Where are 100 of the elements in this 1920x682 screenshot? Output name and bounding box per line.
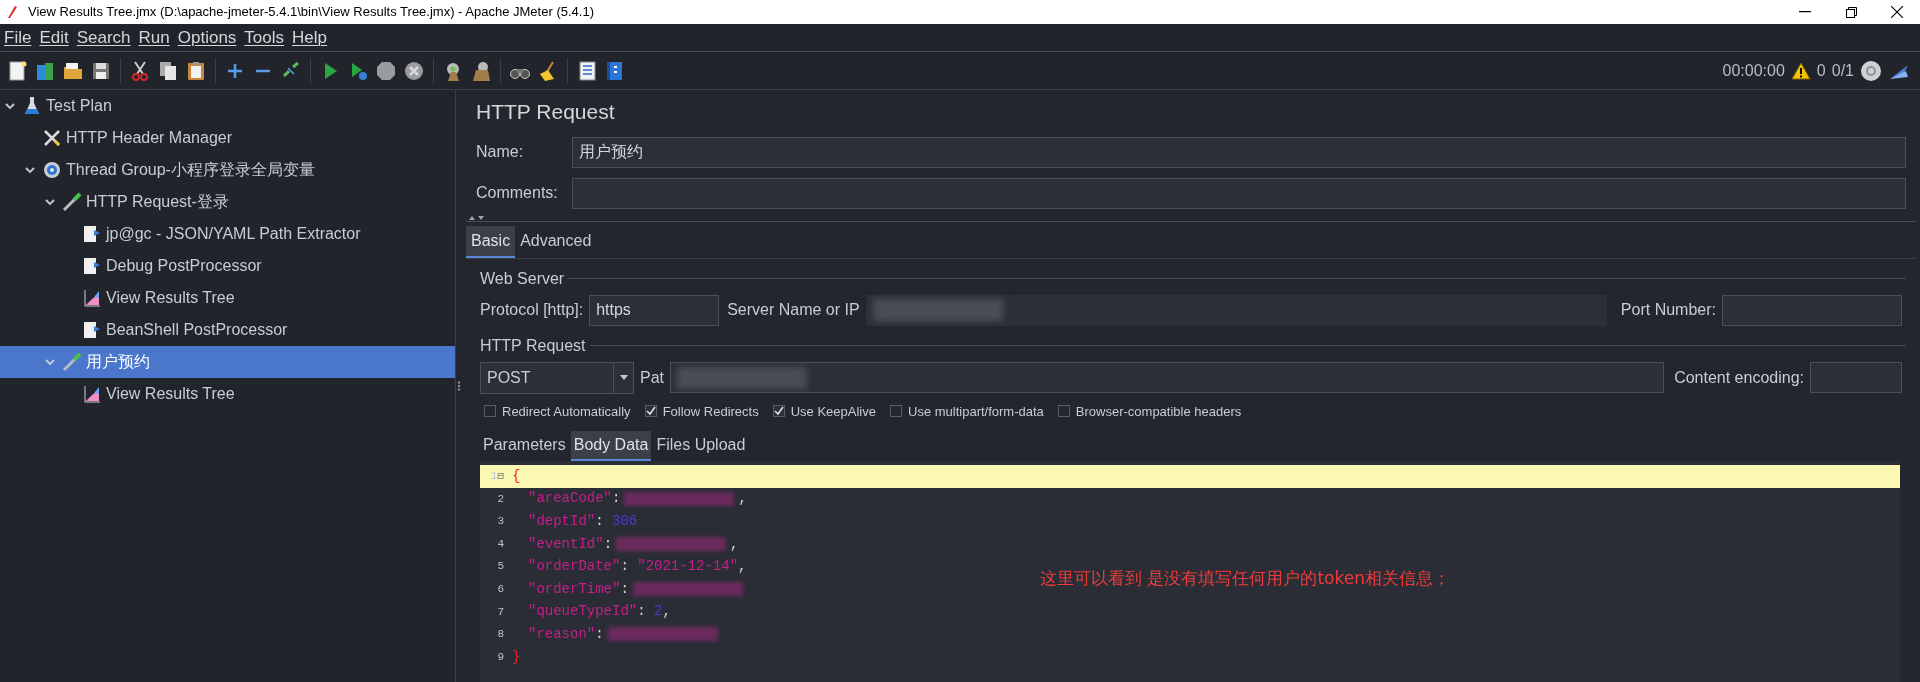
annotation-text: 这里可以看到 是没有填写任何用户的token相关信息； xyxy=(1040,567,1450,590)
document-icon xyxy=(82,224,102,244)
warning-icon[interactable] xyxy=(1790,61,1811,80)
check-icon xyxy=(645,406,656,417)
line-number: 1 xyxy=(490,469,498,485)
chart-icon xyxy=(82,384,102,404)
server-field[interactable] xyxy=(865,294,1607,326)
port-field[interactable] xyxy=(1722,294,1902,326)
code-editor[interactable]: 1⊟ { 2 "areaCode": , 3 "deptId": 306 4 "eventId": , 5 "orderDate": "2021-12-14", 6 "orderTime": 7 "queueTypeId": 2, 8 "reason": 9 } 这里可以看到 是没有填写任何用户的token相关信息； xyxy=(480,461,1900,682)
line-number: 3 xyxy=(497,514,504,530)
tree-item[interactable]: jp@gc - JSON/YAML Path Extractor xyxy=(0,218,455,250)
field-label: Server Name or IP xyxy=(727,300,860,320)
copy-icon[interactable] xyxy=(157,59,179,82)
chevron-down-icon[interactable] xyxy=(4,100,16,112)
tree-item[interactable]: Thread Group-小程序登录全局变量 xyxy=(0,154,455,186)
chevron-down-icon[interactable] xyxy=(44,196,56,208)
code-token: "orderDate" xyxy=(528,557,621,577)
code-token: 2 xyxy=(654,602,663,622)
stop-icon[interactable] xyxy=(375,59,397,82)
splitter-handle-icon[interactable] xyxy=(457,381,461,391)
thread-count: 0/1 xyxy=(1831,60,1854,81)
line-number: 6 xyxy=(497,582,504,597)
tree-item[interactable]: BeanShell PostProcessor xyxy=(0,314,455,346)
protocol-field[interactable]: https xyxy=(589,294,720,326)
method-dropdown[interactable]: POST xyxy=(480,361,634,394)
checkbox[interactable]: Use multipart/form-data xyxy=(890,401,1044,421)
tree-item[interactable]: 用户预约 xyxy=(0,346,455,378)
line-number: 8 xyxy=(497,627,504,643)
check-icon xyxy=(773,406,784,417)
code-token: , xyxy=(662,602,671,622)
code-token: "queueTypeId" xyxy=(528,602,638,622)
line-number: 2 xyxy=(497,491,504,507)
new-file-icon[interactable] xyxy=(6,59,28,82)
shutdown-icon[interactable] xyxy=(403,59,425,82)
tab[interactable]: Advanced xyxy=(515,225,597,258)
code-token: : xyxy=(603,534,613,554)
warning-count: 0 xyxy=(1816,60,1826,81)
paste-icon[interactable] xyxy=(185,59,207,82)
pipette-icon xyxy=(62,192,82,212)
line-number: 5 xyxy=(497,559,504,575)
pipette-icon xyxy=(62,352,82,372)
menu-item[interactable]: Help xyxy=(292,24,327,51)
checkbox[interactable]: Follow Redirects xyxy=(644,401,759,421)
code-token: : xyxy=(595,512,605,531)
tree-item[interactable]: Test Plan xyxy=(0,90,455,122)
tree-item[interactable]: Debug PostProcessor xyxy=(0,250,455,282)
tree-item[interactable]: HTTP Request-登录 xyxy=(0,186,455,218)
chevron-down-icon[interactable] xyxy=(24,164,36,176)
field-label: Name: xyxy=(476,142,525,162)
collapse-arrows-icon[interactable] xyxy=(468,214,486,221)
tab[interactable]: Files Upload xyxy=(653,431,749,461)
checkbox[interactable]: Redirect Automatically xyxy=(484,401,631,421)
code-token: : xyxy=(620,557,630,577)
code-token: , xyxy=(738,489,747,509)
tab[interactable]: Basic xyxy=(466,225,516,258)
code-token: , xyxy=(730,534,739,554)
field-label: Pat xyxy=(640,367,664,388)
menu-item[interactable]: Search xyxy=(76,24,131,51)
field-label: Protocol [http]: xyxy=(480,300,584,320)
document-icon xyxy=(82,256,102,276)
code-token: "eventId" xyxy=(528,534,604,554)
code-token: "orderTime" xyxy=(528,579,621,599)
group-legend: Web Server xyxy=(476,266,565,291)
tree-item[interactable]: View Results Tree xyxy=(0,378,455,410)
path-field[interactable] xyxy=(670,362,1665,393)
menu-item[interactable]: Tools xyxy=(244,24,285,51)
code-token: "2021-12-14" xyxy=(637,557,739,577)
tab[interactable]: Body Data xyxy=(570,431,652,461)
scissors-icon[interactable] xyxy=(129,59,151,82)
field-label: Comments: xyxy=(476,183,559,203)
line-number: 9 xyxy=(497,649,504,665)
list-icon[interactable] xyxy=(576,59,598,82)
gear-icon xyxy=(42,160,62,180)
close-icon xyxy=(1891,6,1903,18)
window-title: View Results Tree.jmx (D:\apache-jmeter-5.4.1\bin\View Results Tree.jmx) - Apache JMeter (5.4.1) xyxy=(28,3,594,22)
menu-item[interactable]: Edit xyxy=(39,24,69,51)
code-token: : xyxy=(612,489,621,509)
code-token: : xyxy=(637,602,647,622)
checkbox[interactable]: Browser-compatible headers xyxy=(1057,401,1242,421)
tree-item[interactable]: View Results Tree xyxy=(0,282,455,314)
comments-field[interactable] xyxy=(572,177,1906,209)
restore-icon xyxy=(1845,6,1857,18)
encoding-field[interactable] xyxy=(1810,362,1902,393)
group-legend: HTTP Request xyxy=(476,333,586,358)
menu-item[interactable]: File xyxy=(4,24,32,51)
tab[interactable]: Parameters xyxy=(480,431,569,461)
tree-item[interactable]: HTTP Header Manager xyxy=(0,122,455,154)
code-token: } xyxy=(512,647,521,667)
line-number: 4 xyxy=(497,536,504,552)
checkbox[interactable]: Use KeepAlive xyxy=(772,401,876,421)
menu-item[interactable]: Options xyxy=(177,24,237,51)
app-icon xyxy=(6,5,18,19)
name-field[interactable]: 用户预约 xyxy=(572,136,1906,168)
panel-title: HTTP Request xyxy=(475,99,616,125)
code-token: 306 xyxy=(612,512,638,531)
fold-marker[interactable]: ⊟ xyxy=(497,468,504,485)
document-icon xyxy=(82,320,102,340)
menu-item[interactable]: Run xyxy=(138,24,170,51)
chart-icon xyxy=(82,288,102,308)
code-token: : xyxy=(620,579,629,599)
